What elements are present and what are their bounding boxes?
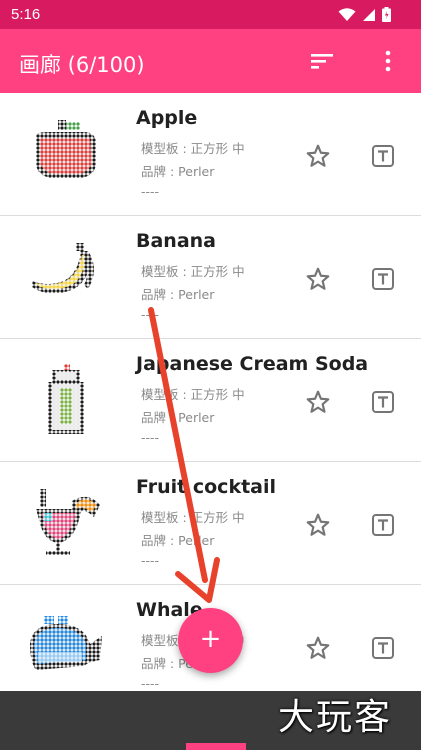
item-brand: 品牌 : Perler xyxy=(141,287,215,302)
item-template: 模型板 : 正方形 中 xyxy=(141,510,245,525)
item-brand: 品牌 : Perler xyxy=(141,164,215,179)
text-icon[interactable] xyxy=(371,636,395,660)
item-title: Banana xyxy=(136,230,216,252)
app-bar: 画廊 (6/100) xyxy=(0,29,421,93)
status-bar: 5:16 xyxy=(0,0,421,29)
apple-bead-thumbnail xyxy=(36,120,96,178)
item-extra: ---- xyxy=(141,307,160,322)
sort-icon[interactable] xyxy=(309,51,335,71)
item-extra: ---- xyxy=(141,184,160,199)
text-icon[interactable] xyxy=(371,144,395,168)
cream-soda-bead-thumbnail xyxy=(48,364,84,434)
item-extra: ---- xyxy=(141,676,160,691)
item-extra: ---- xyxy=(141,553,160,568)
status-time: 5:16 xyxy=(11,6,41,23)
bottom-accent xyxy=(186,743,246,750)
star-outline-icon[interactable] xyxy=(305,266,331,292)
gallery-item-fruit-cocktail[interactable]: Fruit cocktail 模型板 : 正方形 中 品牌 : Perler -… xyxy=(0,462,421,585)
item-title: Japanese Cream Soda xyxy=(136,353,369,375)
text-icon[interactable] xyxy=(371,267,395,291)
banana-bead-thumbnail xyxy=(32,243,94,294)
battery-icon xyxy=(382,7,391,22)
item-template: 模型板 : 正方形 中 xyxy=(141,264,245,279)
item-title: Fruit cocktail xyxy=(136,476,277,498)
page-title: 画廊 (6/100) xyxy=(19,53,145,77)
status-icons xyxy=(338,7,391,22)
add-icon: + xyxy=(199,624,222,654)
item-template: 模型板 : 正方形 中 xyxy=(141,141,245,156)
wifi-icon xyxy=(338,7,356,21)
item-title: Apple xyxy=(136,107,198,129)
watermark: 大玩客 xyxy=(278,697,393,738)
item-brand: 品牌 : Perler xyxy=(141,410,215,425)
text-icon[interactable] xyxy=(371,390,395,414)
star-outline-icon[interactable] xyxy=(305,635,331,661)
star-outline-icon[interactable] xyxy=(305,512,331,538)
star-outline-icon[interactable] xyxy=(305,143,331,169)
gallery-item-banana[interactable]: Banana 模型板 : 正方形 中 品牌 : Perler ---- xyxy=(0,216,421,339)
more-vert-icon[interactable] xyxy=(380,50,396,72)
fruit-cocktail-bead-thumbnail xyxy=(36,489,100,555)
item-brand: 品牌 : Perler xyxy=(141,533,215,548)
add-button[interactable]: + xyxy=(178,608,243,673)
gallery-item-japanese-cream-soda[interactable]: Japanese Cream Soda 模型板 : 正方形 中 品牌 : Per… xyxy=(0,339,421,462)
whale-bead-thumbnail xyxy=(30,616,102,670)
gallery-item-apple[interactable]: Apple 模型板 : 正方形 中 品牌 : Perler ---- xyxy=(0,93,421,216)
signal-icon xyxy=(363,8,375,21)
star-outline-icon[interactable] xyxy=(305,389,331,415)
item-template: 模型板 : 正方形 中 xyxy=(141,387,245,402)
item-extra: ---- xyxy=(141,430,160,445)
text-icon[interactable] xyxy=(371,513,395,537)
